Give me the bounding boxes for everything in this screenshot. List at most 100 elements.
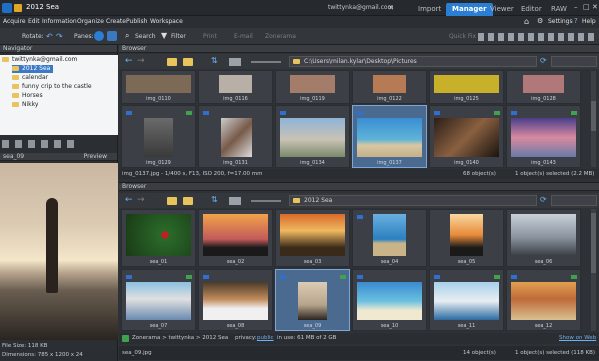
help-icon[interactable]: ? — [574, 17, 578, 25]
search-field[interactable] — [551, 195, 597, 206]
edit-tools-icons[interactable] — [478, 33, 596, 41]
app-menu-button[interactable] — [14, 4, 22, 12]
privacy-label: privacy: — [235, 335, 257, 341]
filter-icon[interactable]: ▼ — [161, 31, 167, 40]
panes-icon[interactable] — [94, 31, 104, 41]
view-mode-icon[interactable] — [229, 58, 241, 66]
thumb-sea_04[interactable]: sea_04 — [352, 209, 427, 267]
thumb-img_0129[interactable]: img_0129 — [121, 105, 196, 168]
maximize-icon[interactable]: □ — [583, 3, 590, 11]
folder-up-icon[interactable] — [167, 58, 177, 66]
thumb-sea_05[interactable]: sea_05 — [429, 209, 504, 267]
sort-icon[interactable]: ⇅ — [211, 195, 218, 204]
panes-layout-icon[interactable] — [107, 31, 117, 41]
tree-item-nikky[interactable]: Nikky — [12, 101, 38, 109]
new-folder-icon[interactable] — [183, 197, 193, 205]
window-close-icon[interactable]: ✕ — [592, 3, 598, 11]
minimize-icon[interactable]: – — [574, 3, 578, 11]
zonerama-breadcrumb[interactable]: Zonerama > twittynka > 2012 Sea — [132, 335, 228, 341]
thumb-img_0128[interactable]: img_0128 — [506, 70, 581, 104]
back-icon[interactable]: ← — [125, 195, 133, 205]
menu-acquire[interactable]: Acquire — [3, 17, 26, 27]
tree-root[interactable]: twittynka@gmail.com — [2, 56, 77, 64]
flag-icon — [357, 111, 363, 115]
thumb-sea_12[interactable]: sea_12 — [506, 269, 581, 331]
menu-publish[interactable]: Publish — [126, 17, 147, 27]
search-icon[interactable]: ⌕ — [125, 31, 129, 41]
new-folder-icon[interactable] — [183, 58, 193, 66]
thumb-img_0137[interactable]: img_0137 — [352, 105, 427, 168]
thumb-img_0125[interactable]: img_0125 — [429, 70, 504, 104]
back-icon[interactable]: ← — [125, 56, 133, 66]
forward-icon[interactable]: → — [137, 56, 145, 66]
thumb-sea_11[interactable]: sea_11 — [429, 269, 504, 331]
rotate-left-icon[interactable]: ↶ — [46, 32, 53, 41]
filter-button[interactable]: Filter — [171, 30, 186, 43]
flag-icon — [280, 111, 286, 115]
refresh-icon[interactable]: ⟳ — [540, 56, 547, 65]
thumb-sea_07[interactable]: sea_07 — [121, 269, 196, 331]
thumb-img_0134[interactable]: img_0134 — [275, 105, 350, 168]
menu-information[interactable]: Information — [42, 17, 77, 27]
thumb-img_0119[interactable]: img_0119 — [275, 70, 350, 104]
sort-icon[interactable]: ⇅ — [211, 56, 218, 65]
tree-item-2012-sea[interactable]: 2012 Sea — [12, 65, 54, 73]
search-button[interactable]: Search — [135, 30, 156, 43]
thumb-sea_09[interactable]: sea_09 — [275, 269, 350, 331]
refresh-icon[interactable]: ⟳ — [540, 195, 547, 204]
view-mode-icon[interactable] — [229, 197, 241, 205]
user-email[interactable]: twittynka@gmail.com — [328, 4, 393, 11]
tree-item-horses[interactable]: Horses — [12, 92, 43, 100]
menu-help[interactable]: Help — [582, 17, 596, 27]
tree-item-funny-crip[interactable]: funny crip to the castle — [12, 83, 92, 91]
preview-label[interactable]: Preview — [84, 153, 107, 161]
menu-workspace[interactable]: Workspace — [150, 17, 183, 27]
zoom-slider[interactable] — [251, 61, 281, 63]
folder-up-icon[interactable] — [167, 197, 177, 205]
navigator-bottom-toolbar[interactable] — [2, 140, 74, 148]
folder-icon — [12, 66, 19, 71]
thumb-img_0122[interactable]: img_0122 — [352, 70, 427, 104]
thumb-sea_03[interactable]: sea_03 — [275, 209, 350, 267]
thumb-sea_02[interactable]: sea_02 — [198, 209, 273, 267]
flag-icon — [203, 111, 209, 115]
rotate-right-icon[interactable]: ↷ — [56, 32, 63, 41]
tab-raw[interactable]: RAW — [545, 3, 573, 16]
zonerama-button[interactable]: Zonerama — [265, 30, 296, 43]
path-field[interactable]: 2012 Sea — [289, 195, 537, 206]
tab-import[interactable]: Import — [412, 3, 447, 16]
show-on-web-link[interactable]: Show on Web — [559, 335, 596, 341]
thumb-sea_06[interactable]: sea_06 — [506, 209, 581, 267]
path-field[interactable]: C:\Users\milan.kylar\Desktop\Pictures — [289, 56, 537, 67]
menu-organize[interactable]: Organize — [77, 17, 104, 27]
menu-edit[interactable]: Edit — [28, 17, 40, 27]
browser-bottom-scrollbar[interactable] — [591, 209, 596, 331]
raw-badge-icon — [186, 275, 192, 279]
menu-settings[interactable]: Settings — [548, 17, 573, 27]
print-button[interactable]: Print — [203, 30, 217, 43]
forward-icon[interactable]: → — [137, 195, 145, 205]
thumb-img_0143[interactable]: img_0143 — [506, 105, 581, 168]
search-field[interactable] — [551, 56, 597, 67]
privacy-value[interactable]: public — [257, 335, 274, 341]
zoom-slider[interactable] — [251, 200, 281, 202]
email-button[interactable]: E-mail — [234, 30, 253, 43]
folder-icon — [12, 93, 19, 98]
thumb-img_0140[interactable]: img_0140 — [429, 105, 504, 168]
flag-icon — [511, 275, 517, 279]
tab-editor[interactable]: Editor — [515, 3, 548, 16]
browser-top-panel: Browser ← → ⇅ C:\Users\milan.kylar\Deskt… — [119, 45, 599, 180]
thumb-sea_08[interactable]: sea_08 — [198, 269, 273, 331]
browser-top-scrollbar[interactable] — [591, 71, 596, 167]
quickfix-button[interactable]: Quick Fix — [449, 30, 476, 43]
menu-create[interactable]: Create — [106, 17, 126, 27]
close-icon[interactable]: ✕ — [388, 4, 394, 12]
thumb-sea_01[interactable]: sea_01 — [121, 209, 196, 267]
thumb-img_0131[interactable]: img_0131 — [198, 105, 273, 168]
thumb-sea_10[interactable]: sea_10 — [352, 269, 427, 331]
tree-item-calendar[interactable]: calendar — [12, 74, 48, 82]
home-icon[interactable]: ⌂ — [524, 17, 529, 26]
thumb-img_0110[interactable]: img_0110 — [121, 70, 196, 104]
gear-icon[interactable]: ⚙ — [537, 17, 543, 25]
thumb-img_0116[interactable]: img_0116 — [198, 70, 273, 104]
